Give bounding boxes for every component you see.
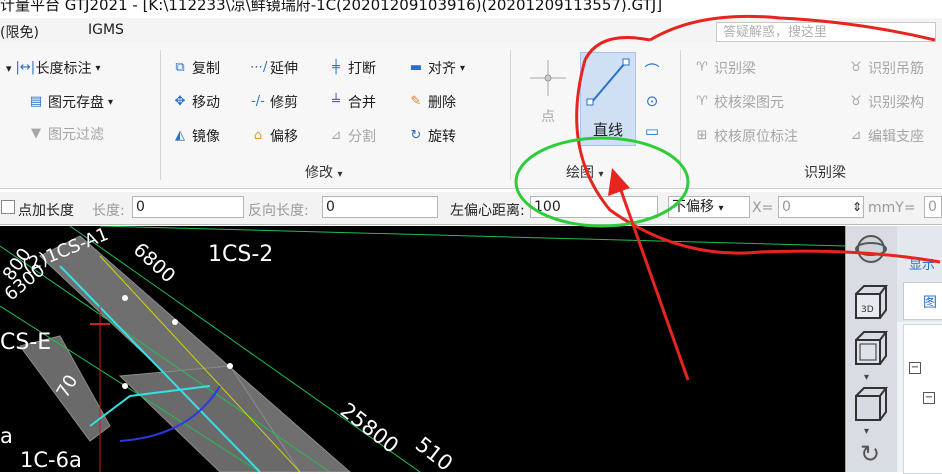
trim-icon: -/-	[251, 94, 265, 109]
copy-button[interactable]: ⧉ 复制	[172, 58, 220, 78]
length-input[interactable]: 0	[132, 196, 244, 218]
align-button[interactable]: ▬ 对齐 ▾	[408, 58, 465, 78]
break-icon: ╪	[332, 60, 340, 75]
identify-beam-struct-button[interactable]: ♉ 识别梁构	[848, 92, 924, 112]
top-view-icon[interactable]	[852, 330, 890, 368]
separator	[680, 50, 681, 180]
reverse-length-label: 反向长度:	[248, 203, 309, 219]
mirror-button[interactable]: ◭ 镜像	[172, 126, 220, 146]
split-button[interactable]: ⊿ 分割	[328, 126, 376, 146]
edit-support-button[interactable]: ⊿ 编辑支座	[848, 126, 924, 146]
window-title: 计量平台 GTJ2021 - [K:\112233\凉\鲜镜瑞府-1C(2020…	[0, 0, 942, 16]
identify-beam-button[interactable]: ♈ 识别梁	[694, 58, 756, 78]
offset-button[interactable]: ⌂ 偏移	[250, 126, 298, 146]
rotate-button[interactable]: ↻ 旋转	[408, 126, 456, 146]
move-button[interactable]: ✥ 移动	[172, 92, 220, 112]
point-button[interactable]: 点	[524, 52, 572, 132]
layer-tab[interactable]: 图	[923, 292, 937, 312]
y-input[interactable]: 0	[924, 196, 942, 218]
modify-group-label[interactable]: 修改 ▾	[305, 162, 342, 182]
separator	[160, 50, 161, 180]
length-dimension-button[interactable]: ▾ |↔| 长度标注 ▾	[6, 58, 101, 78]
axis-label: 1C-6a	[20, 448, 82, 472]
split-icon: ⊿	[330, 128, 342, 143]
circle-icon[interactable]: ⊙	[640, 86, 664, 116]
identify-struct-icon: ♉	[850, 94, 862, 109]
eraser-icon: ✎	[410, 94, 422, 109]
front-view-icon[interactable]	[852, 386, 890, 424]
search-input[interactable]: 答疑解惑，搜这里	[716, 22, 936, 42]
line-icon	[586, 58, 630, 106]
check-beam-elements-button[interactable]: ♈ 校核梁图元	[694, 92, 784, 112]
show-tab[interactable]: 显示	[909, 254, 935, 273]
check-beam-icon: ♈	[696, 94, 708, 109]
line-button[interactable]: 直线	[580, 52, 636, 146]
menu-item-igms[interactable]: IGMS	[88, 22, 124, 38]
check-original-labels-button[interactable]: ⊞ 校核原位标注	[694, 126, 798, 146]
x-label: X=	[752, 200, 774, 216]
axis-label: CS-E	[0, 330, 52, 355]
merge-button[interactable]: ╧ 合并	[328, 92, 376, 112]
chevron-down-icon[interactable]: ▾	[864, 426, 869, 437]
trim-button[interactable]: -/- 修剪	[250, 92, 298, 112]
chevron-down-icon[interactable]: ▾	[864, 372, 869, 383]
filter-icon: ▼	[31, 126, 41, 141]
collapse-icon[interactable]: −	[923, 392, 935, 404]
left-offset-input[interactable]: 100	[530, 196, 658, 218]
offset-icon: ⌂	[253, 128, 263, 143]
point-length-label: 点加长度	[18, 203, 74, 219]
extend-button[interactable]: ⋯/延伸	[250, 58, 298, 78]
save-element-button[interactable]: ▤ 图元存盘 ▾	[28, 92, 113, 112]
identify-hanger-icon: ♉	[850, 60, 862, 75]
chevron-down-icon: ▾	[718, 203, 724, 214]
rotate-view-icon[interactable]: ↻	[860, 440, 880, 468]
offset-mode-select[interactable]: 不偏移 ▾	[668, 196, 750, 218]
left-offset-label: 左偏心距离:	[450, 203, 525, 219]
identify-beam-icon: ♈	[696, 60, 708, 75]
reverse-length-input[interactable]: 0	[322, 196, 438, 218]
extend-icon: ⋯/	[250, 60, 268, 75]
x-spinner-icon[interactable]: ⇕	[852, 200, 862, 214]
axis-label: a	[0, 424, 13, 448]
options-bar: 点加长度 长度: 0 反向长度: 0 左偏心距离: 100 不偏移 ▾ X= 0…	[0, 192, 942, 225]
view-3d-icon[interactable]: 3D	[852, 284, 890, 322]
length-label: 长度:	[92, 203, 125, 219]
break-button[interactable]: ╪ 打断	[328, 58, 376, 78]
draw-group-label[interactable]: 绘图 ▾	[566, 162, 603, 182]
filter-element-button[interactable]: ▼ 图元过滤	[28, 124, 104, 144]
copy-icon: ⧉	[175, 60, 185, 75]
mirror-icon: ◭	[175, 128, 185, 143]
menu-item-free[interactable]: (限免)	[0, 22, 39, 42]
save-element-icon: ▤	[29, 94, 43, 109]
identify-hanger-button[interactable]: ♉ 识别吊筋	[848, 58, 924, 78]
edit-support-icon: ⊿	[850, 128, 862, 143]
separator	[510, 50, 511, 180]
drawing-canvas[interactable]: 1CS-2 6800 (2)1CS-A1 6300 800 CS-E 70 25…	[0, 226, 845, 472]
check-labels-icon: ⊞	[696, 128, 708, 143]
move-icon: ✥	[174, 94, 186, 109]
identify-beam-group-label: 识别梁	[804, 165, 846, 181]
ribbon: ▾ |↔| 长度标注 ▾ ▤ 图元存盘 ▾ ▼ 图元过滤 ⧉ 复制 ⋯/延伸 ╪ 打断 …	[0, 42, 942, 189]
dimension-icon: |↔|	[15, 60, 36, 75]
orbit-icon[interactable]	[854, 232, 888, 266]
y-label: mmY=	[868, 200, 916, 216]
rotate-icon: ↻	[410, 128, 422, 143]
point-icon	[530, 60, 566, 96]
point-length-checkbox[interactable]	[1, 200, 15, 214]
axis-label: 1CS-2	[208, 242, 274, 267]
delete-button[interactable]: ✎ 删除	[408, 92, 456, 112]
collapse-icon[interactable]: −	[909, 362, 921, 374]
svg-text:3D: 3D	[861, 305, 874, 315]
rectangle-icon[interactable]: ▭	[640, 116, 664, 146]
view-toolbar: 3D ▾ ▾ ↻	[845, 226, 898, 472]
property-panel: 显示 图 − −	[897, 226, 942, 474]
merge-icon: ╧	[332, 94, 340, 109]
align-icon: ▬	[409, 60, 423, 75]
arc-icon[interactable]: ⌒	[640, 56, 664, 86]
